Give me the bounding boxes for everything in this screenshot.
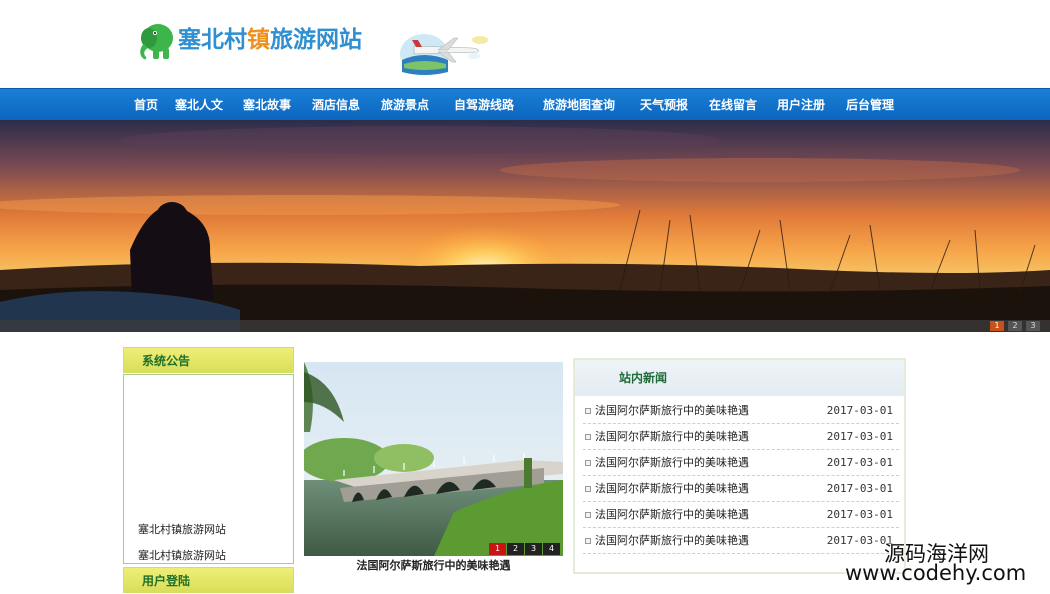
- bullet-icon: [585, 512, 591, 518]
- bullet-icon: [585, 408, 591, 414]
- news-date: 2017-03-01: [826, 508, 893, 521]
- airplane-decoration-icon: [400, 34, 488, 75]
- news-title[interactable]: 法国阿尔萨斯旅行中的美味艳遇: [595, 502, 749, 528]
- news-date: 2017-03-01: [826, 482, 893, 495]
- site-title[interactable]: 塞北村镇旅游网站: [178, 20, 362, 54]
- nav-item-register[interactable]: 用户注册: [777, 89, 825, 121]
- bullet-icon: [585, 434, 591, 440]
- slideshow-page-3-button[interactable]: 3: [525, 543, 542, 555]
- nav-item-weather[interactable]: 天气预报: [640, 89, 688, 121]
- nav-item-admin[interactable]: 后台管理: [846, 89, 894, 121]
- sunset-banner-image: [0, 120, 1050, 332]
- nav-item-attractions[interactable]: 旅游景点: [381, 89, 429, 121]
- news-title[interactable]: 法国阿尔萨斯旅行中的美味艳遇: [595, 424, 749, 450]
- slideshow-image[interactable]: [304, 362, 563, 556]
- nav-item-guestbook[interactable]: 在线留言: [709, 89, 757, 121]
- news-title[interactable]: 法国阿尔萨斯旅行中的美味艳遇: [595, 398, 749, 424]
- nav-item-travel-map[interactable]: 旅游地图查询: [543, 89, 615, 121]
- news-panel-title: 站内新闻: [575, 360, 904, 396]
- bridge-photo: [304, 362, 563, 556]
- nav-item-hotels[interactable]: 酒店信息: [312, 89, 360, 121]
- site-title-part2: 镇: [247, 27, 270, 53]
- nav-item-driving-routes[interactable]: 自驾游线路: [454, 89, 514, 121]
- banner-page-3-button[interactable]: 3: [1026, 321, 1040, 331]
- slideshow-page-2-button[interactable]: 2: [507, 543, 524, 555]
- news-row[interactable]: 法国阿尔萨斯旅行中的美味艳遇 2017-03-01: [583, 502, 899, 528]
- notice-link[interactable]: 塞北村镇旅游网站: [138, 521, 226, 537]
- news-row[interactable]: 法国阿尔萨斯旅行中的美味艳遇 2017-03-01: [583, 476, 899, 502]
- slideshow-page-4-button[interactable]: 4: [543, 543, 560, 555]
- hero-banner[interactable]: 1 2 3: [0, 120, 1050, 332]
- bullet-icon: [585, 538, 591, 544]
- nav-item-stories[interactable]: 塞北故事: [243, 89, 291, 121]
- news-row[interactable]: 法国阿尔萨斯旅行中的美味艳遇 2017-03-01: [583, 424, 899, 450]
- elephant-logo-icon[interactable]: [136, 18, 176, 62]
- site-news-panel: 站内新闻 法国阿尔萨斯旅行中的美味艳遇 2017-03-01 法国阿尔萨斯旅行中…: [573, 358, 906, 574]
- notice-panel-title: 系统公告: [123, 347, 294, 373]
- site-title-part1: 塞北村: [178, 27, 247, 53]
- bullet-icon: [585, 460, 591, 466]
- news-title[interactable]: 法国阿尔萨斯旅行中的美味艳遇: [595, 528, 749, 554]
- banner-page-1-button[interactable]: 1: [990, 321, 1004, 331]
- watermark-line2: www.codehy.com: [845, 561, 1027, 585]
- news-title[interactable]: 法国阿尔萨斯旅行中的美味艳遇: [595, 476, 749, 502]
- banner-page-2-button[interactable]: 2: [1008, 321, 1022, 331]
- news-row[interactable]: 法国阿尔萨斯旅行中的美味艳遇 2017-03-01: [583, 528, 899, 554]
- notice-panel: 塞北村镇旅游网站 塞北村镇旅游网站: [123, 374, 294, 564]
- banner-pager-strip: [0, 320, 1050, 332]
- slideshow-caption-link[interactable]: 法国阿尔萨斯旅行中的美味艳遇: [304, 557, 563, 573]
- login-panel-title: 用户登陆: [123, 567, 294, 593]
- notice-link[interactable]: 塞北村镇旅游网站: [138, 547, 226, 563]
- news-date: 2017-03-01: [826, 430, 893, 443]
- news-title[interactable]: 法国阿尔萨斯旅行中的美味艳遇: [595, 450, 749, 476]
- nav-item-home[interactable]: 首页: [134, 89, 158, 121]
- news-date: 2017-03-01: [826, 404, 893, 417]
- slideshow-page-1-button[interactable]: 1: [489, 543, 506, 555]
- site-title-part3: 旅游网站: [270, 27, 362, 53]
- nav-item-culture[interactable]: 塞北人文: [175, 89, 223, 121]
- news-row[interactable]: 法国阿尔萨斯旅行中的美味艳遇 2017-03-01: [583, 398, 899, 424]
- site-header: 塞北村镇旅游网站: [0, 0, 1050, 88]
- bullet-icon: [585, 486, 591, 492]
- news-date: 2017-03-01: [826, 456, 893, 469]
- news-row[interactable]: 法国阿尔萨斯旅行中的美味艳遇 2017-03-01: [583, 450, 899, 476]
- main-nav: 首页 塞北人文 塞北故事 酒店信息 旅游景点 自驾游线路 旅游地图查询 天气预报…: [0, 88, 1050, 120]
